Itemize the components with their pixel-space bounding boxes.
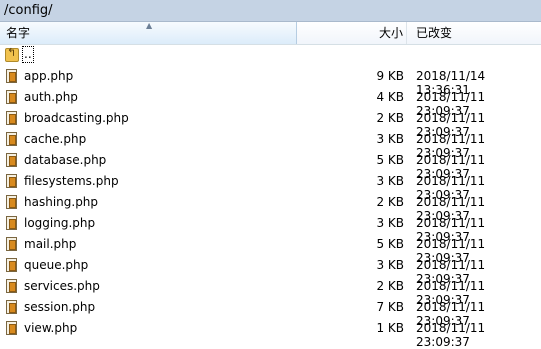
php-file-icon — [6, 279, 17, 293]
php-file-icon — [6, 237, 17, 251]
file-name: app.php — [24, 69, 74, 83]
column-header-modified[interactable]: 已改变 — [408, 22, 541, 44]
php-file-icon — [6, 258, 17, 272]
file-row[interactable]: queue.php 3 KB 2018/11/11 23:09:37 — [0, 255, 541, 286]
parent-directory-row[interactable]: .. — [0, 45, 541, 66]
column-header-size[interactable]: 大小 — [298, 22, 407, 44]
file-row[interactable]: mail.php 5 KB 2018/11/11 23:09:37 — [0, 234, 541, 265]
php-file-icon — [6, 153, 17, 167]
file-list: .. app.php9 KB2018/11/14 13:36:31auth.ph… — [0, 45, 541, 349]
parent-directory-label: .. — [22, 46, 34, 63]
column-header-name[interactable]: 名字 ▲ — [0, 22, 297, 44]
file-size: 1 KB — [376, 321, 404, 335]
file-row[interactable]: auth.php 4 KB 2018/11/11 23:09:37 — [0, 87, 541, 118]
file-name: view.php — [24, 321, 78, 335]
file-row[interactable]: session.php 7 KB 2018/11/11 23:09:37 — [0, 297, 541, 328]
path-bar[interactable]: /config/ — [0, 0, 541, 22]
file-name: logging.php — [24, 216, 96, 230]
file-row[interactable]: filesystems.php 3 KB 2018/11/11 23:09:37 — [0, 171, 541, 202]
php-file-icon — [6, 132, 17, 146]
php-file-icon — [6, 174, 17, 188]
file-name: auth.php — [24, 90, 78, 104]
file-row[interactable]: services.php 2 KB 2018/11/11 23:09:37 — [0, 276, 541, 307]
file-size: 2 KB — [376, 195, 404, 209]
file-size: 7 KB — [376, 300, 404, 314]
file-size: 3 KB — [376, 216, 404, 230]
php-file-icon — [6, 216, 17, 230]
file-name: database.php — [24, 153, 107, 167]
column-header-size-label: 大小 — [378, 26, 403, 40]
file-name: queue.php — [24, 258, 89, 272]
file-size: 3 KB — [376, 258, 404, 272]
file-name: filesystems.php — [24, 174, 119, 188]
file-name: mail.php — [24, 237, 77, 251]
file-size: 5 KB — [376, 237, 404, 251]
file-row[interactable]: app.php 9 KB 2018/11/14 13:36:31 — [0, 66, 541, 97]
column-header: 名字 ▲ 大小 已改变 — [0, 22, 541, 45]
file-row[interactable]: cache.php 3 KB 2018/11/11 23:09:37 — [0, 129, 541, 160]
php-file-icon — [6, 69, 17, 83]
file-row[interactable]: view.php 1 KB 2018/11/11 23:09:37 — [0, 318, 541, 349]
php-file-icon — [6, 300, 17, 314]
file-row[interactable]: hashing.php 2 KB 2018/11/11 23:09:37 — [0, 192, 541, 223]
file-row[interactable]: logging.php 3 KB 2018/11/11 23:09:37 — [0, 213, 541, 244]
file-name: session.php — [24, 300, 96, 314]
file-size: 2 KB — [376, 111, 404, 125]
php-file-icon — [6, 195, 17, 209]
php-file-icon — [6, 321, 17, 335]
current-path: /config/ — [4, 3, 53, 18]
file-name: cache.php — [24, 132, 87, 146]
php-file-icon — [6, 90, 17, 104]
sort-ascending-icon: ▲ — [146, 21, 153, 30]
php-file-icon — [6, 111, 17, 125]
file-size: 4 KB — [376, 90, 404, 104]
column-header-modified-label: 已改变 — [416, 26, 453, 40]
file-name: services.php — [24, 279, 100, 293]
file-size: 3 KB — [376, 132, 404, 146]
file-size: 9 KB — [376, 69, 404, 83]
file-name: broadcasting.php — [24, 111, 129, 125]
file-size: 5 KB — [376, 153, 404, 167]
column-header-name-label: 名字 — [6, 26, 31, 40]
file-row[interactable]: broadcasting.php 2 KB 2018/11/11 23:09:37 — [0, 108, 541, 139]
file-size: 3 KB — [376, 174, 404, 188]
file-name: hashing.php — [24, 195, 99, 209]
file-size: 2 KB — [376, 279, 404, 293]
file-row[interactable]: database.php 5 KB 2018/11/11 23:09:37 — [0, 150, 541, 181]
up-folder-icon — [5, 46, 19, 62]
